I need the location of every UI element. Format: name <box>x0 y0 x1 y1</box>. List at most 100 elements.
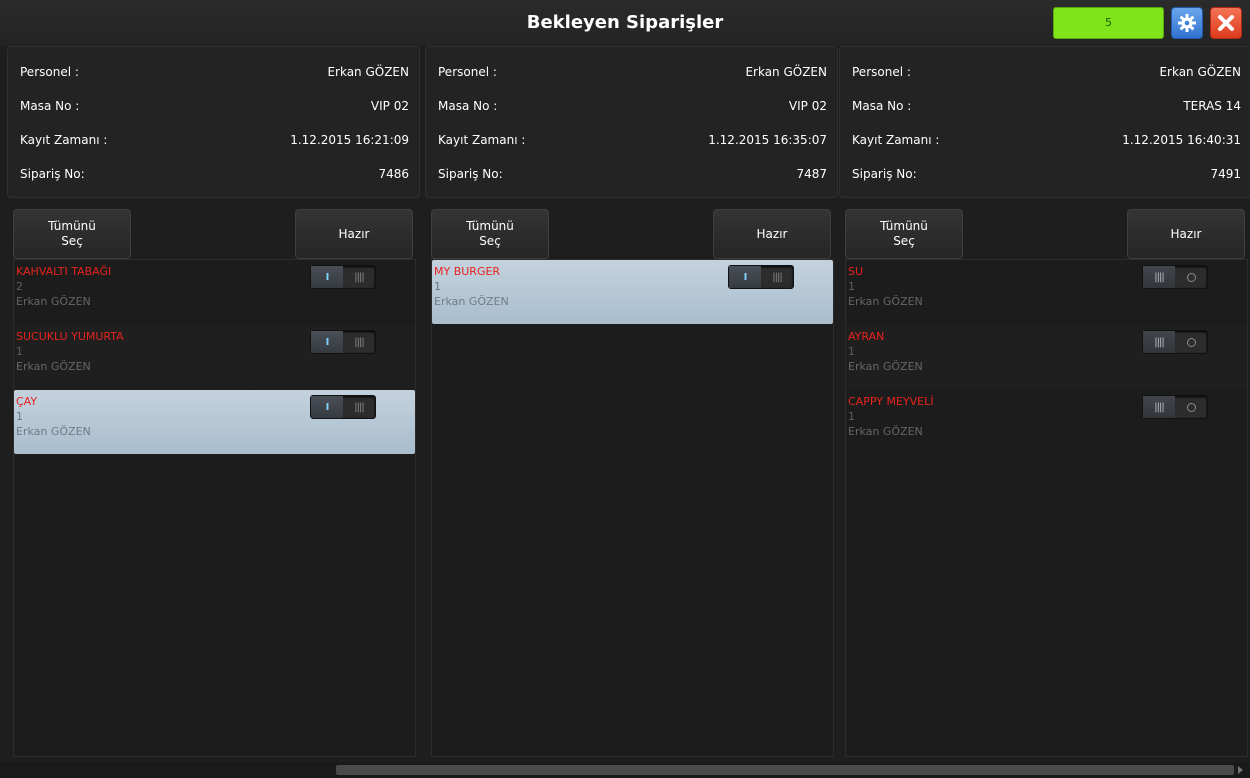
ready-button[interactable]: Hazır <box>295 209 413 259</box>
order-items-list: KAHVALTI TABAĞI 2 Erkan GÖZEN I |||| SUCU… <box>13 259 416 757</box>
staff-value: Erkan GÖZEN <box>327 65 409 79</box>
table-row: Masa No : TERAS 14 <box>852 99 1241 117</box>
order-item[interactable]: CAPPY MEYVELİ 1 Erkan GÖZEN |||| <box>846 390 1247 454</box>
order-number-row: Sipariş No: 7486 <box>20 167 409 185</box>
scrollbar-thumb[interactable] <box>336 765 1234 775</box>
toggle-on-indicator: I <box>311 396 343 418</box>
order-item[interactable]: SU 1 Erkan GÖZEN |||| <box>846 260 1247 324</box>
record-time-label: Kayıt Zamanı : <box>438 133 526 147</box>
staff-label: Personel : <box>20 65 79 79</box>
select-all-label-line2: Seç <box>479 234 501 248</box>
ready-label: Hazır <box>338 226 370 241</box>
toggle-grip-icon: |||| <box>772 271 782 283</box>
record-time-label: Kayıt Zamanı : <box>852 133 940 147</box>
toggle-grip-icon: |||| <box>1143 396 1175 418</box>
table-value: VIP 02 <box>788 99 827 113</box>
table-value: TERAS 14 <box>1183 99 1241 113</box>
toggle-grip-icon: |||| <box>354 336 364 348</box>
select-all-label: Tümünü Seç <box>466 219 514 249</box>
staff-row: Personel : Erkan GÖZEN <box>438 65 827 83</box>
order-info-panel: Personel : Erkan GÖZEN Masa No : VIP 02 … <box>7 46 420 198</box>
item-staff: Erkan GÖZEN <box>848 295 923 308</box>
settings-button[interactable] <box>1171 7 1203 39</box>
item-staff: Erkan GÖZEN <box>16 360 91 373</box>
select-all-label-line1: Tümünü <box>880 219 928 233</box>
order-item[interactable]: MY BURGER 1 Erkan GÖZEN I |||| <box>432 260 833 324</box>
toggle-grip-icon: |||| <box>1143 331 1175 353</box>
close-button[interactable] <box>1210 7 1242 39</box>
item-ready-toggle[interactable]: I |||| <box>310 395 376 419</box>
item-staff: Erkan GÖZEN <box>848 360 923 373</box>
select-all-label-line2: Seç <box>61 234 83 248</box>
table-label: Masa No : <box>852 99 912 113</box>
item-ready-toggle[interactable]: |||| <box>1142 265 1208 289</box>
table-label: Masa No : <box>20 99 80 113</box>
ready-button[interactable]: Hazır <box>713 209 831 259</box>
record-time-row: Kayıt Zamanı : 1.12.2015 16:21:09 <box>20 133 409 151</box>
select-all-label-line1: Tümünü <box>48 219 96 233</box>
staff-row: Personel : Erkan GÖZEN <box>852 65 1241 83</box>
order-item[interactable]: ÇAY 1 Erkan GÖZEN I |||| <box>14 390 415 454</box>
gear-icon <box>1178 14 1196 32</box>
order-items-list: MY BURGER 1 Erkan GÖZEN I |||| <box>431 259 834 757</box>
order-column: Personel : Erkan GÖZEN Masa No : VIP 02 … <box>7 46 420 760</box>
title-bar: Bekleyen Siparişler 5 <box>0 0 1250 46</box>
order-number-label: Sipariş No: <box>438 167 503 181</box>
toggle-on-indicator: I <box>311 331 343 353</box>
record-time-value: 1.12.2015 16:40:31 <box>1122 133 1241 147</box>
toggle-off-indicator <box>1175 266 1207 288</box>
order-item[interactable]: KAHVALTI TABAĞI 2 Erkan GÖZEN I |||| <box>14 260 415 324</box>
table-label: Masa No : <box>438 99 498 113</box>
item-staff: Erkan GÖZEN <box>16 295 91 308</box>
toggle-off-indicator <box>1175 331 1207 353</box>
order-info-panel: Personel : Erkan GÖZEN Masa No : TERAS 1… <box>839 46 1250 198</box>
select-all-label-line1: Tümünü <box>466 219 514 233</box>
staff-row: Personel : Erkan GÖZEN <box>20 65 409 83</box>
select-all-label-line2: Seç <box>893 234 915 248</box>
order-number-value: 7486 <box>378 167 409 181</box>
record-time-row: Kayıt Zamanı : 1.12.2015 16:40:31 <box>852 133 1241 151</box>
pending-count-badge[interactable]: 5 <box>1053 7 1164 39</box>
order-info-panel: Personel : Erkan GÖZEN Masa No : VIP 02 … <box>425 46 838 198</box>
staff-value: Erkan GÖZEN <box>745 65 827 79</box>
record-time-value: 1.12.2015 16:21:09 <box>290 133 409 147</box>
select-all-button[interactable]: Tümünü Seç <box>431 209 549 259</box>
toggle-on-indicator: I <box>311 266 343 288</box>
staff-label: Personel : <box>438 65 497 79</box>
order-number-label: Sipariş No: <box>852 167 917 181</box>
order-number-row: Sipariş No: 7491 <box>852 167 1241 185</box>
item-ready-toggle[interactable]: I |||| <box>310 330 376 354</box>
order-number-value: 7487 <box>796 167 827 181</box>
horizontal-scrollbar[interactable] <box>0 762 1250 778</box>
order-number-label: Sipariş No: <box>20 167 85 181</box>
item-ready-toggle[interactable]: |||| <box>1142 330 1208 354</box>
item-staff: Erkan GÖZEN <box>434 295 509 308</box>
item-staff: Erkan GÖZEN <box>16 425 91 438</box>
scroll-right-arrow-icon[interactable] <box>1238 766 1243 774</box>
order-item[interactable]: AYRAN 1 Erkan GÖZEN |||| <box>846 325 1247 389</box>
select-all-button[interactable]: Tümünü Seç <box>845 209 963 259</box>
item-ready-toggle[interactable]: I |||| <box>310 265 376 289</box>
ready-button[interactable]: Hazır <box>1127 209 1245 259</box>
staff-label: Personel : <box>852 65 911 79</box>
toggle-on-indicator: I <box>729 266 761 288</box>
order-column: Personel : Erkan GÖZEN Masa No : TERAS 1… <box>839 46 1250 760</box>
staff-value: Erkan GÖZEN <box>1159 65 1241 79</box>
table-row: Masa No : VIP 02 <box>20 99 409 117</box>
ready-label: Hazır <box>756 226 788 241</box>
order-items-list: SU 1 Erkan GÖZEN |||| AYRAN 1 Erkan GÖZE… <box>845 259 1248 757</box>
order-number-value: 7491 <box>1210 167 1241 181</box>
toggle-off-indicator <box>1175 396 1207 418</box>
record-time-row: Kayıt Zamanı : 1.12.2015 16:35:07 <box>438 133 827 151</box>
order-item[interactable]: SUCUKLU YUMURTA 1 Erkan GÖZEN I |||| <box>14 325 415 389</box>
ready-label: Hazır <box>1170 226 1202 241</box>
table-value: VIP 02 <box>370 99 409 113</box>
select-all-button[interactable]: Tümünü Seç <box>13 209 131 259</box>
order-column: Personel : Erkan GÖZEN Masa No : VIP 02 … <box>425 46 838 760</box>
record-time-value: 1.12.2015 16:35:07 <box>708 133 827 147</box>
record-time-label: Kayıt Zamanı : <box>20 133 108 147</box>
order-number-row: Sipariş No: 7487 <box>438 167 827 185</box>
item-ready-toggle[interactable]: |||| <box>1142 395 1208 419</box>
item-ready-toggle[interactable]: I |||| <box>728 265 794 289</box>
select-all-label: Tümünü Seç <box>48 219 96 249</box>
